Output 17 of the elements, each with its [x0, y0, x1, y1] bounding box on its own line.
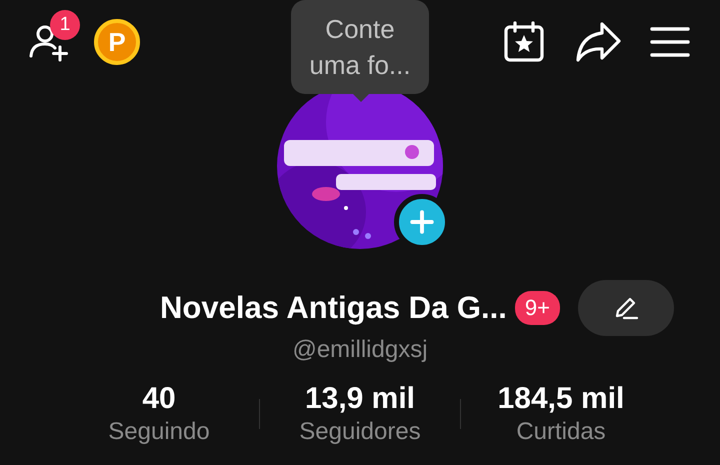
- calendar-star-icon[interactable]: [502, 20, 546, 64]
- stat-label: Seguindo: [108, 418, 210, 446]
- stat-label: Seguidores: [299, 418, 421, 446]
- count-badge: 9+: [514, 291, 560, 325]
- plus-icon: [409, 209, 435, 235]
- profile-name: Novelas Antigas Da G...: [160, 290, 507, 326]
- stat-value: 40: [142, 382, 176, 416]
- share-icon[interactable]: [574, 20, 622, 64]
- tooltip: Conte uma fo...: [291, 0, 429, 94]
- stat-value: 13,9 mil: [304, 382, 416, 416]
- coin-button[interactable]: P: [94, 19, 140, 65]
- tooltip-pointer: [353, 94, 369, 102]
- stat-value: 184,5 mil: [498, 382, 624, 416]
- notification-badge: 1: [50, 10, 80, 40]
- stat-label: Curtidas: [516, 418, 606, 446]
- username: @emillidgxsj: [291, 336, 429, 364]
- menu-icon[interactable]: [650, 26, 690, 58]
